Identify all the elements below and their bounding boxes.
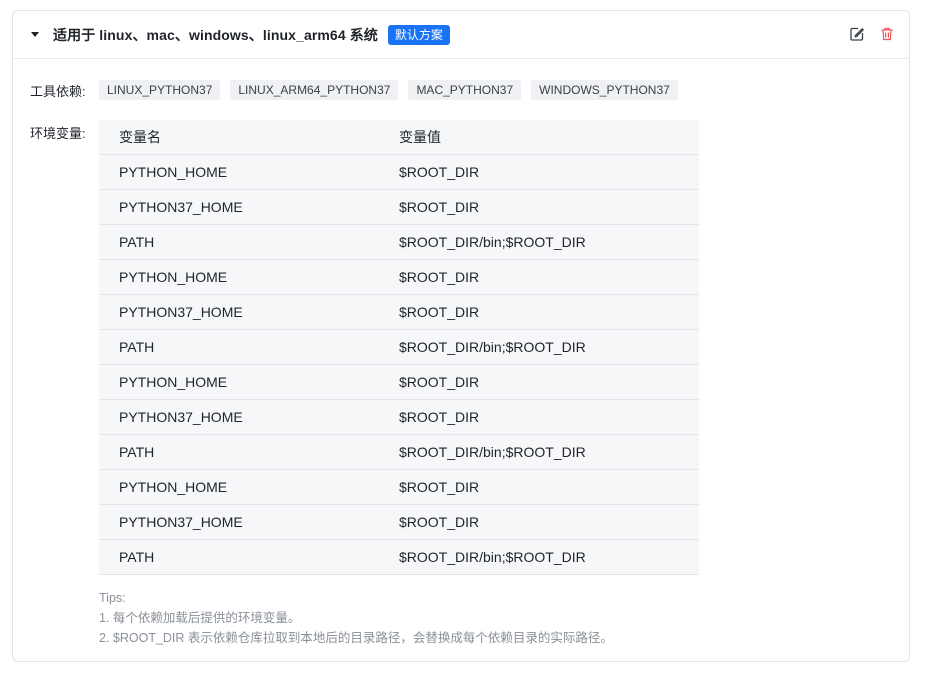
table-row: PATH $ROOT_DIR/bin;$ROOT_DIR [99, 434, 699, 470]
dep-tag: LINUX_PYTHON37 [99, 80, 221, 100]
edit-icon[interactable] [849, 26, 865, 42]
tips-line: 1. 每个依赖加载后提供的环境变量。 [99, 611, 301, 625]
tips-line: 2. $ROOT_DIR 表示依赖仓库拉取到本地后的目录路径，会替换成每个依赖目… [99, 631, 613, 645]
table-row: PYTHON37_HOME $ROOT_DIR [99, 399, 699, 435]
table-header-row: 变量名 变量值 [99, 120, 699, 155]
header-actions [849, 26, 895, 42]
table-row: PYTHON37_HOME $ROOT_DIR [99, 189, 699, 225]
var-value: $ROOT_DIR/bin;$ROOT_DIR [379, 434, 699, 470]
caret-down-icon[interactable] [31, 32, 39, 37]
var-name: PYTHON_HOME [99, 364, 379, 400]
var-value: $ROOT_DIR [379, 469, 699, 505]
var-name: PATH [99, 539, 379, 575]
var-value: $ROOT_DIR [379, 504, 699, 540]
tips-block: Tips: 1. 每个依赖加载后提供的环境变量。 2. $ROOT_DIR 表示… [99, 588, 613, 648]
var-value: $ROOT_DIR [379, 189, 699, 225]
table-row: PYTHON37_HOME $ROOT_DIR [99, 504, 699, 540]
env-table: 变量名 变量值 PYTHON_HOME $ROOT_DIR PYTHON37_HO… [99, 120, 699, 575]
scheme-title: 适用于 linux、mac、windows、linux_arm64 系统 [53, 26, 378, 43]
var-name: PATH [99, 329, 379, 365]
dep-tag: MAC_PYTHON37 [408, 80, 522, 100]
var-name: PYTHON37_HOME [99, 189, 379, 225]
env-label: 环境变量: [30, 126, 86, 141]
var-name: PYTHON37_HOME [99, 504, 379, 540]
var-name: PYTHON_HOME [99, 469, 379, 505]
tips-title: Tips: [99, 591, 126, 605]
var-name: PYTHON_HOME [99, 154, 379, 190]
column-header-name: 变量名 [99, 120, 379, 155]
card-header: 适用于 linux、mac、windows、linux_arm64 系统 默认方… [13, 11, 909, 59]
var-value: $ROOT_DIR [379, 154, 699, 190]
dep-tag: WINDOWS_PYTHON37 [531, 80, 678, 100]
dep-tag: LINUX_ARM64_PYTHON37 [230, 80, 399, 100]
var-name: PYTHON37_HOME [99, 294, 379, 330]
var-value: $ROOT_DIR [379, 364, 699, 400]
default-badge: 默认方案 [387, 24, 450, 45]
table-row: PATH $ROOT_DIR/bin;$ROOT_DIR [99, 329, 699, 365]
var-value: $ROOT_DIR [379, 294, 699, 330]
deps-label: 工具依赖: [30, 84, 86, 99]
var-value: $ROOT_DIR [379, 259, 699, 295]
table-row: PYTHON_HOME $ROOT_DIR [99, 154, 699, 190]
var-value: $ROOT_DIR/bin;$ROOT_DIR [379, 224, 699, 260]
table-row: PATH $ROOT_DIR/bin;$ROOT_DIR [99, 224, 699, 260]
deps-list: LINUX_PYTHON37 LINUX_ARM64_PYTHON37 MAC_… [99, 80, 678, 100]
var-value: $ROOT_DIR/bin;$ROOT_DIR [379, 539, 699, 575]
var-name: PATH [99, 434, 379, 470]
var-value: $ROOT_DIR/bin;$ROOT_DIR [379, 329, 699, 365]
trash-icon[interactable] [879, 26, 895, 42]
scheme-card: 适用于 linux、mac、windows、linux_arm64 系统 默认方… [12, 10, 910, 662]
table-row: PYTHON_HOME $ROOT_DIR [99, 364, 699, 400]
table-row: PYTHON_HOME $ROOT_DIR [99, 259, 699, 295]
table-row: PYTHON37_HOME $ROOT_DIR [99, 294, 699, 330]
var-value: $ROOT_DIR [379, 399, 699, 435]
var-name: PYTHON37_HOME [99, 399, 379, 435]
table-row: PATH $ROOT_DIR/bin;$ROOT_DIR [99, 539, 699, 575]
var-name: PYTHON_HOME [99, 259, 379, 295]
table-row: PYTHON_HOME $ROOT_DIR [99, 469, 699, 505]
column-header-value: 变量值 [379, 120, 699, 155]
var-name: PATH [99, 224, 379, 260]
